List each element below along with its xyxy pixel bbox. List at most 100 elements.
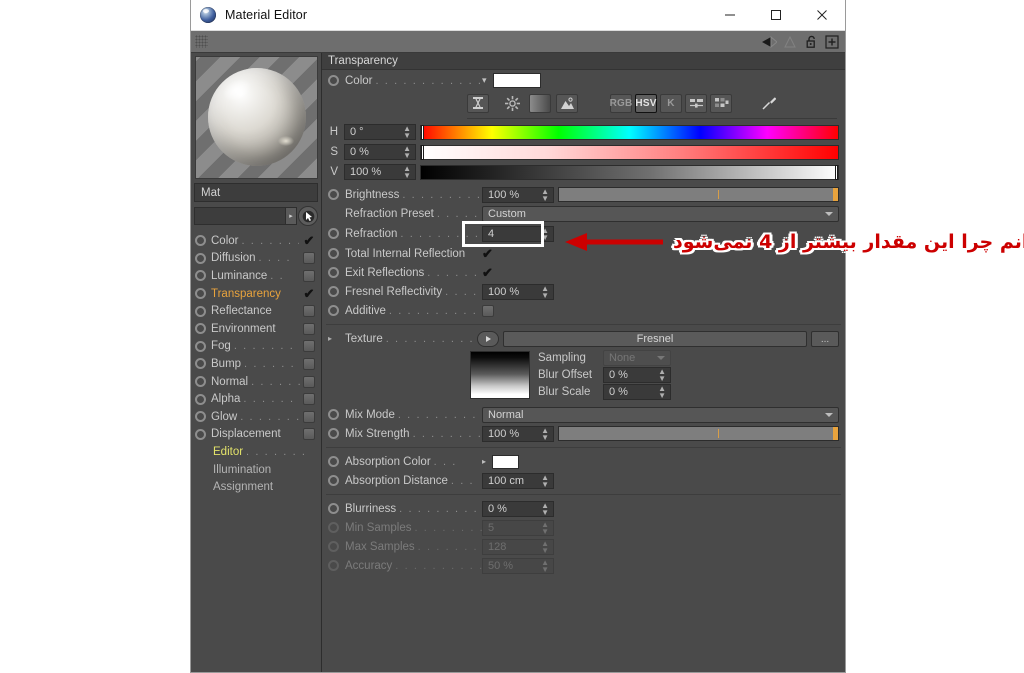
mix-strength-anim-radio[interactable]	[328, 428, 339, 439]
channel-radio[interactable]	[195, 376, 206, 388]
drag-grip[interactable]	[195, 35, 208, 48]
texture-expand-icon[interactable]: ▸	[328, 335, 339, 343]
hsv-input-v[interactable]: 100 % ▲ ▼	[344, 164, 416, 180]
prev-material-icon[interactable]	[760, 34, 778, 50]
color-range-icon[interactable]	[467, 93, 489, 113]
channel-radio[interactable]	[195, 305, 206, 317]
texture-name-field[interactable]: Fresnel	[503, 331, 807, 347]
brightness-input[interactable]: 100 % ▲ ▼	[482, 186, 554, 203]
blur-offset-input[interactable]: 0 % ▲ ▼	[603, 367, 671, 383]
maximize-button[interactable]	[753, 0, 799, 31]
channel-radio[interactable]	[195, 323, 206, 335]
additive-anim-radio[interactable]	[328, 305, 339, 316]
channel-item-displacement[interactable]: Displacement	[193, 426, 319, 444]
channel-checkbox[interactable]	[303, 269, 315, 282]
hsv-gradient-v[interactable]	[420, 164, 839, 180]
sampling-dropdown[interactable]: None	[603, 350, 671, 366]
hsv-input-h[interactable]: 0 ° ▲ ▼	[344, 124, 416, 140]
eyedropper-icon[interactable]	[758, 94, 780, 113]
channel-checkbox[interactable]	[303, 393, 315, 406]
material-name-field[interactable]: Mat	[194, 183, 318, 202]
fresnel-reflectivity-input[interactable]: 100 % ▲ ▼	[482, 283, 554, 300]
color-dropdown-arrow[interactable]: ▾	[482, 75, 487, 86]
channel-checkbox[interactable]	[303, 428, 315, 441]
color-mode-rgb-button[interactable]: RGB	[610, 93, 632, 113]
channel-checkbox[interactable]	[303, 410, 315, 423]
absorption-color-expand-icon[interactable]: ▸	[482, 457, 486, 466]
channel-radio[interactable]	[195, 270, 206, 282]
fresnel-anim-radio[interactable]	[328, 286, 339, 297]
channel-item-fog[interactable]: Fog. . . . . . . .	[193, 338, 319, 356]
channel-checkbox[interactable]	[303, 357, 315, 370]
hsv-gradient-h[interactable]	[420, 124, 839, 140]
absorption-distance-anim-radio[interactable]	[328, 475, 339, 486]
channel-item-environment[interactable]: Environment	[193, 320, 319, 338]
channel-radio[interactable]	[195, 393, 206, 405]
blurriness-input[interactable]: 0 % ▲ ▼	[482, 500, 554, 517]
color-mode-k-button[interactable]: K	[660, 93, 682, 113]
mix-strength-input[interactable]: 100 % ▲ ▼	[482, 425, 554, 442]
channel-item-reflectance[interactable]: Reflectance	[193, 302, 319, 320]
channel-item-color[interactable]: Color. . . . . . . ✔	[193, 232, 319, 250]
tir-anim-radio[interactable]	[328, 248, 339, 259]
hsv-marker[interactable]	[421, 124, 424, 140]
color-anim-radio[interactable]	[328, 75, 339, 86]
next-material-icon[interactable]	[781, 34, 799, 50]
color-wheel-icon[interactable]	[501, 94, 523, 113]
search-input[interactable]	[194, 207, 285, 225]
add-icon[interactable]	[823, 34, 841, 50]
color-swatch[interactable]	[492, 73, 541, 88]
hsv-marker[interactable]	[835, 164, 838, 180]
minimize-button[interactable]	[707, 0, 753, 31]
channel-checkbox[interactable]: ✔	[302, 234, 316, 247]
sidebar-item-illumination[interactable]: Illumination	[193, 461, 319, 479]
mix-mode-dropdown[interactable]: Normal	[482, 406, 839, 423]
tir-checkbox[interactable]: ✔	[482, 247, 495, 260]
channel-radio[interactable]	[195, 411, 206, 423]
material-preview[interactable]	[194, 56, 318, 179]
hsv-gradient-s[interactable]	[420, 144, 839, 160]
exit-reflections-checkbox[interactable]: ✔	[482, 266, 495, 279]
image-picker-icon[interactable]	[556, 93, 578, 113]
refraction-input[interactable]: 4 ▲ ▼	[482, 225, 554, 242]
channel-checkbox[interactable]	[303, 305, 315, 318]
gradient-icon[interactable]	[529, 93, 551, 113]
close-button[interactable]	[799, 0, 845, 31]
channel-checkbox[interactable]	[303, 252, 315, 265]
chevron-right-icon[interactable]: ▸	[285, 207, 297, 225]
channel-item-alpha[interactable]: Alpha. . . . . . .	[193, 390, 319, 408]
absorption-distance-input[interactable]: 100 cm ▲ ▼	[482, 472, 554, 489]
absorption-color-swatch[interactable]	[492, 454, 520, 469]
channel-item-luminance[interactable]: Luminance. .	[193, 267, 319, 285]
additive-checkbox[interactable]	[482, 304, 494, 317]
channel-item-glow[interactable]: Glow. . . . . . . .	[193, 408, 319, 426]
exit-reflections-anim-radio[interactable]	[328, 267, 339, 278]
mix-strength-slider[interactable]	[558, 426, 839, 441]
hsv-input-s[interactable]: 0 % ▲ ▼	[344, 144, 416, 160]
channel-checkbox[interactable]	[303, 340, 315, 353]
mix-mode-anim-radio[interactable]	[328, 409, 339, 420]
pick-cursor-icon[interactable]	[298, 206, 318, 226]
channel-radio[interactable]	[195, 288, 206, 300]
texture-play-button[interactable]	[477, 331, 499, 347]
color-mode-hsv-button[interactable]: HSV	[635, 93, 657, 113]
hsv-marker[interactable]	[421, 144, 424, 160]
absorption-color-anim-radio[interactable]	[328, 456, 339, 467]
channel-item-diffusion[interactable]: Diffusion. . . .	[193, 250, 319, 268]
channel-radio[interactable]	[195, 252, 206, 264]
channel-radio[interactable]	[195, 235, 206, 247]
texture-browse-button[interactable]: ...	[811, 331, 839, 347]
channel-item-bump[interactable]: Bump. . . . . . .	[193, 355, 319, 373]
channel-item-transparency[interactable]: Transparency ✔	[193, 285, 319, 303]
swatches-icon[interactable]	[710, 93, 732, 113]
blur-scale-input[interactable]: 0 % ▲ ▼	[603, 384, 671, 400]
channel-item-normal[interactable]: Normal. . . . . .	[193, 373, 319, 391]
channel-radio[interactable]	[195, 428, 206, 440]
texture-thumbnail[interactable]	[470, 351, 530, 399]
channel-radio[interactable]	[195, 358, 206, 370]
refraction-preset-dropdown[interactable]: Custom	[482, 205, 839, 222]
channel-checkbox[interactable]	[303, 322, 315, 335]
refraction-anim-radio[interactable]	[328, 228, 339, 239]
sliders-icon[interactable]	[685, 93, 707, 113]
brightness-anim-radio[interactable]	[328, 189, 339, 200]
